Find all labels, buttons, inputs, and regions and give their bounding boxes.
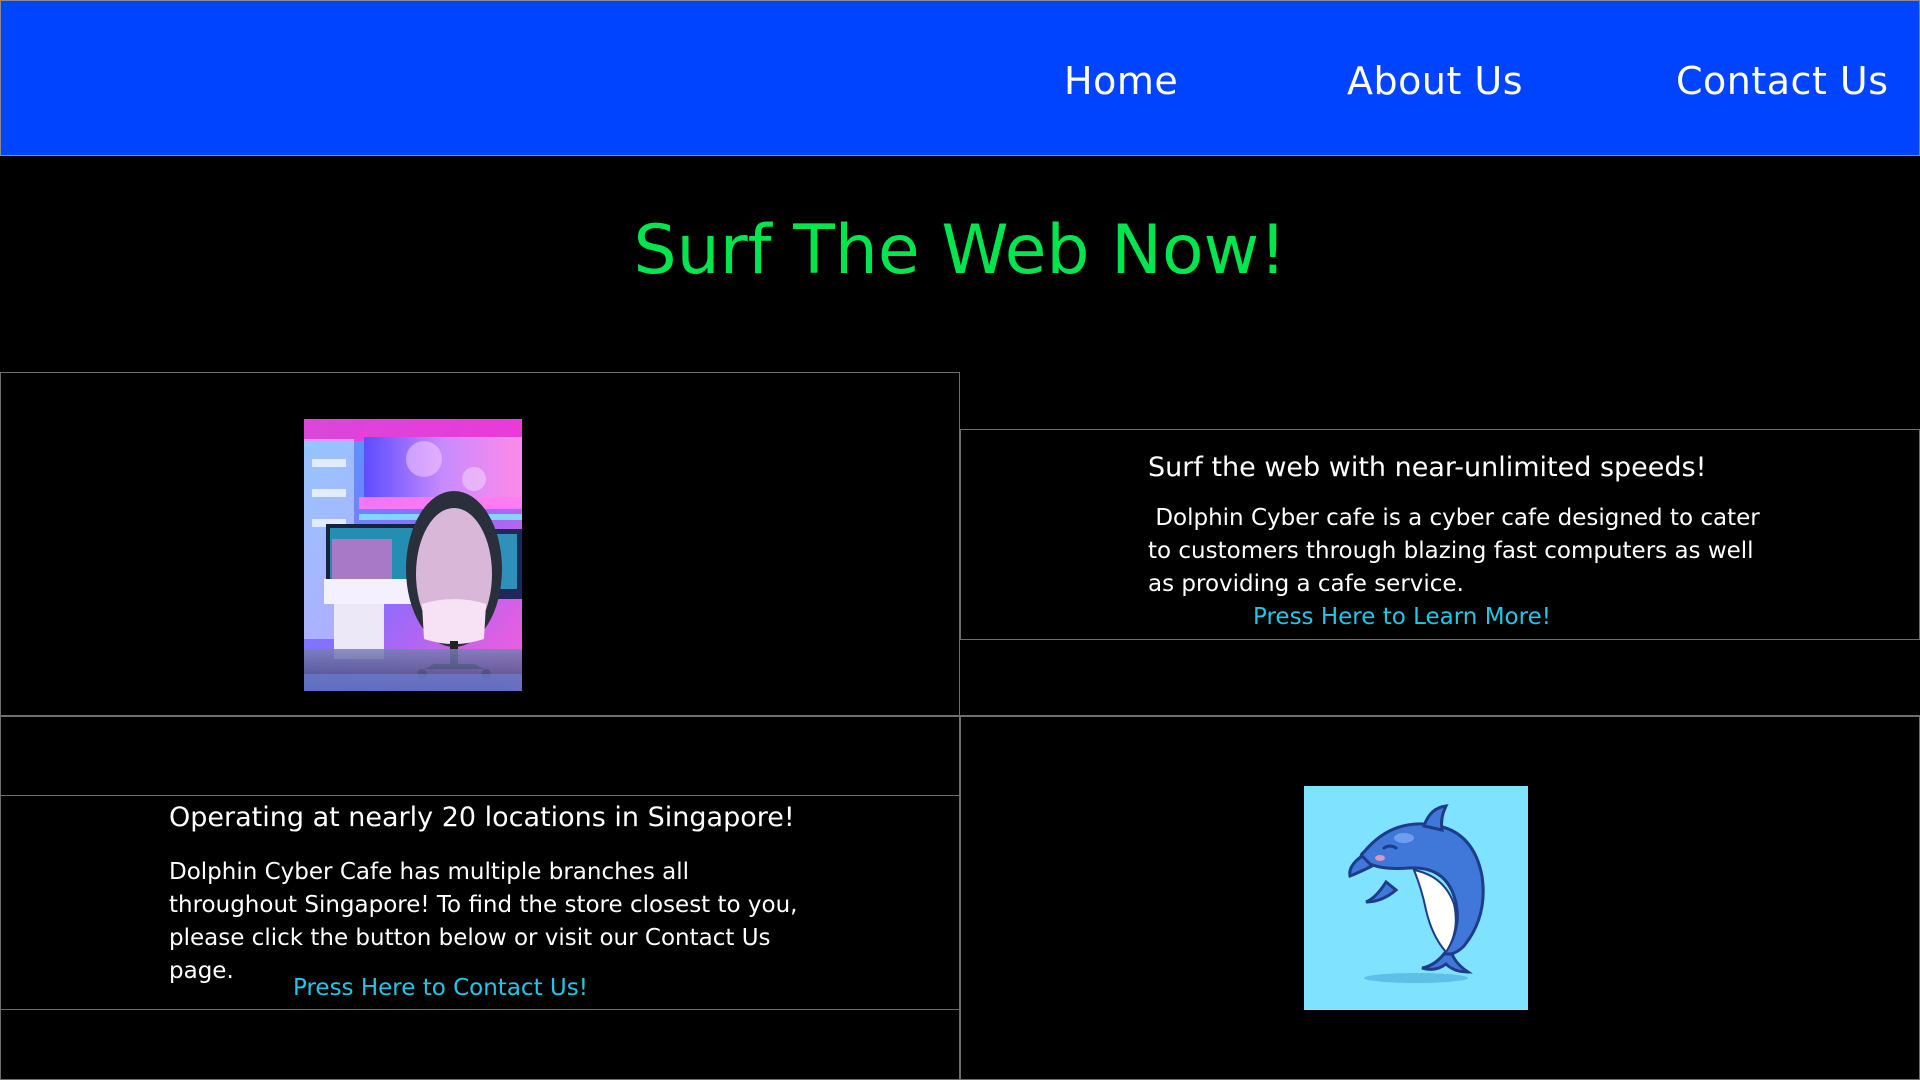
locations-description: Dolphin Cyber Cafe has multiple branches… <box>169 859 798 984</box>
hero-title: Surf The Web Now! <box>633 211 1287 290</box>
dolphin-image <box>1304 786 1528 1010</box>
locations-heading: Operating at nearly 20 locations in Sing… <box>169 802 795 833</box>
nav-contact-us-link[interactable]: Contact Us <box>1676 55 1889 107</box>
nav-home-link[interactable]: Home <box>1064 55 1178 107</box>
learn-more-link[interactable]: Press Here to Learn More! <box>1253 601 1551 634</box>
speed-heading: Surf the web with near-unlimited speeds! <box>1148 452 1707 483</box>
nav-about-us-link[interactable]: About Us <box>1347 55 1523 107</box>
page: Home About Us Contact Us Surf The Web No… <box>0 0 1920 1080</box>
contact-us-link[interactable]: Press Here to Contact Us! <box>293 972 588 1005</box>
gaming-room-image <box>304 419 522 691</box>
speed-description: Dolphin Cyber cafe is a cyber cafe desig… <box>1148 505 1768 597</box>
header-nav-bar: Home About Us Contact Us <box>0 0 1920 156</box>
